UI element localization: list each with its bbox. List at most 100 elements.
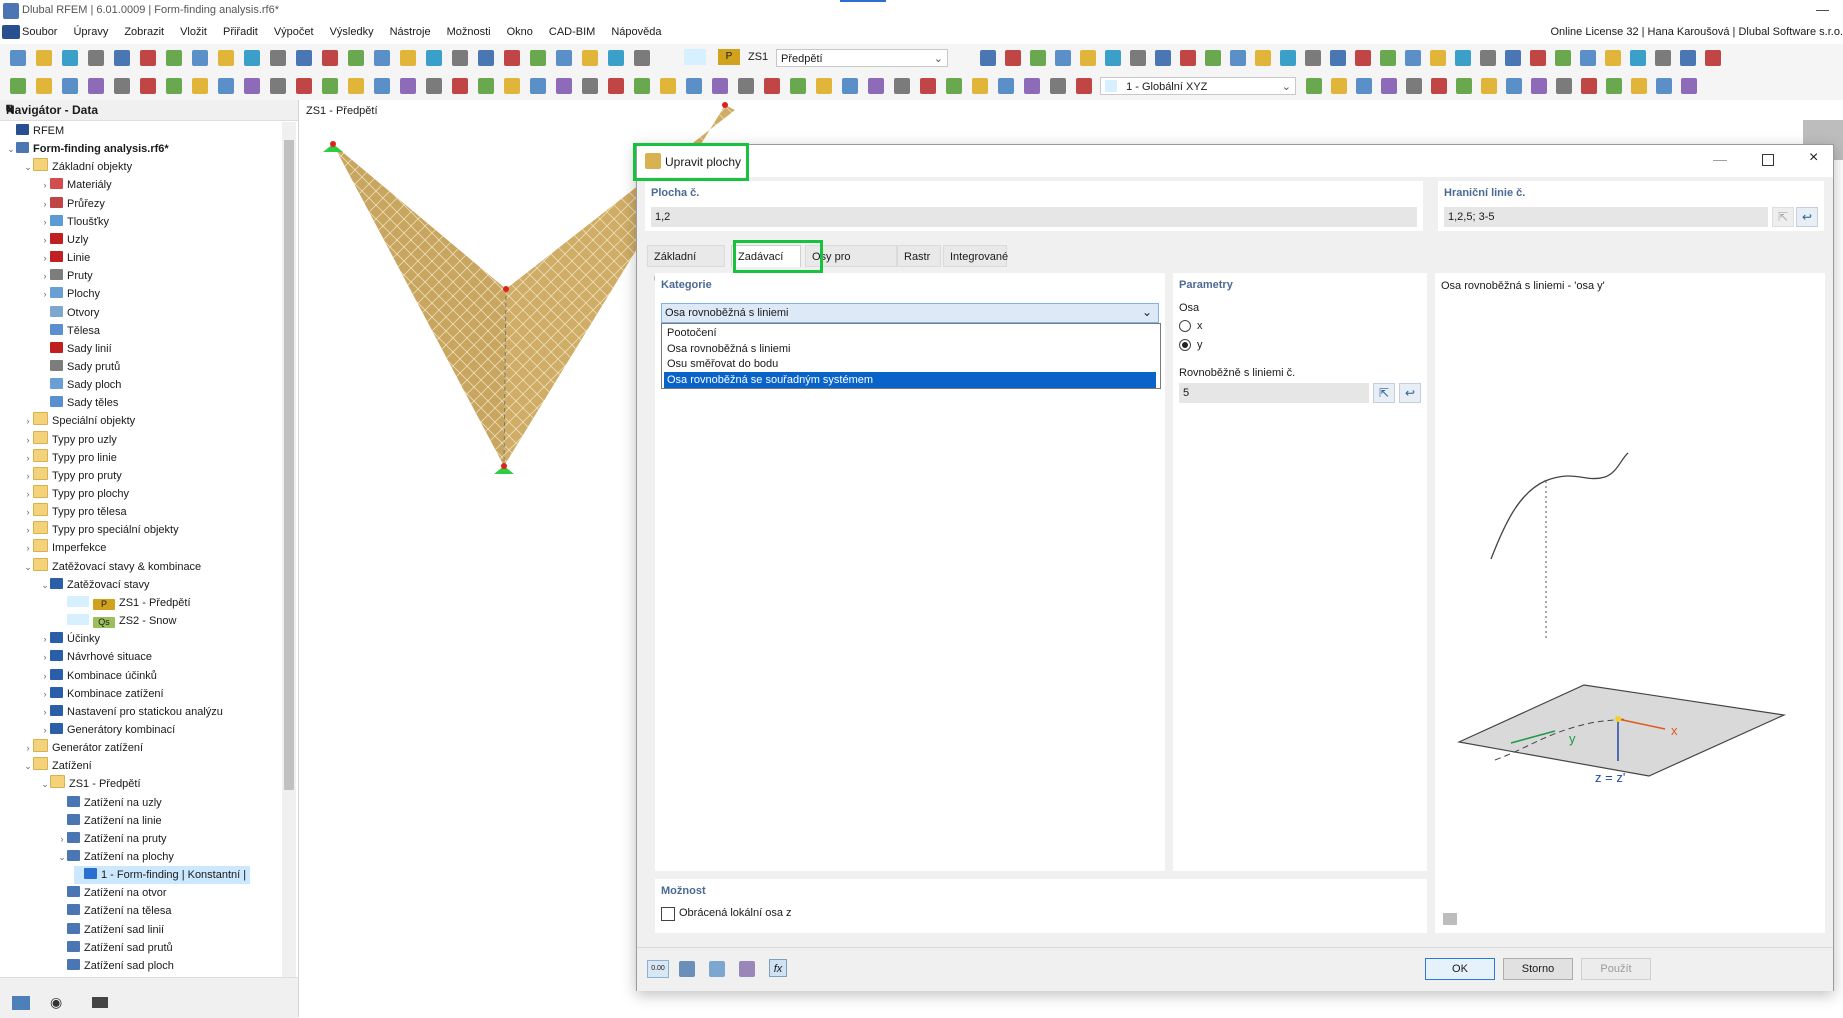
menu-item-cad-bim[interactable]: CAD-BIM (549, 26, 595, 38)
toolbar-tool-icon[interactable] (980, 50, 996, 66)
coord-system-select[interactable]: 1 - Globální XYZ ⌄ (1100, 77, 1296, 95)
toolbar-tool-icon[interactable] (452, 50, 468, 66)
data-tab-icon[interactable] (12, 996, 30, 1010)
toolbar-tool-icon[interactable] (1606, 78, 1622, 94)
toolbar-tool-icon[interactable] (530, 50, 546, 66)
tree-item[interactable]: ›Imperfekce (23, 539, 106, 557)
toolbar-tool-icon[interactable] (1555, 50, 1571, 66)
numbering-icon[interactable] (679, 961, 695, 977)
chevron-down-icon[interactable]: ⌄ (23, 757, 33, 775)
category-select[interactable]: Osa rovnoběžná s liniemi ⌄ (661, 303, 1159, 323)
tree-item[interactable]: ›Speciální objekty (23, 412, 135, 430)
tree-item[interactable]: ⌄ZS1 - Předpětí (40, 775, 141, 793)
close-icon[interactable]: × (6, 101, 290, 117)
tree-item[interactable]: Sady ploch (40, 376, 121, 394)
category-option[interactable]: Osu směřovat do bodu (664, 356, 1156, 372)
toolbar-tool-icon[interactable] (452, 78, 468, 94)
views-tab-icon[interactable] (92, 997, 108, 1008)
toolbar-tool-icon[interactable] (608, 50, 624, 66)
toolbar-tool-icon[interactable] (374, 78, 390, 94)
menu-item-zobrazit[interactable]: Zobrazit (124, 26, 164, 38)
toolbar-tool-icon[interactable] (1055, 50, 1071, 66)
select-line-button[interactable]: ↩ (1399, 383, 1421, 403)
toolbar-tool-icon[interactable] (1405, 50, 1421, 66)
chevron-right-icon[interactable]: › (23, 539, 33, 557)
toolbar-tool-icon[interactable] (244, 78, 260, 94)
toolbar-tool-icon[interactable] (36, 50, 52, 66)
menu-item-v-po-et[interactable]: Výpočet (274, 26, 314, 38)
category-option[interactable]: Osa rovnoběžná se souřadným systémem (664, 372, 1156, 388)
toolbar-tool-icon[interactable] (894, 78, 910, 94)
toolbar-tool-icon[interactable] (842, 78, 858, 94)
toolbar-tool-icon[interactable] (1581, 78, 1597, 94)
toolbar-tool-icon[interactable] (868, 78, 884, 94)
toolbar-tool-icon[interactable] (1455, 50, 1471, 66)
toolbar-tool-icon[interactable] (192, 50, 208, 66)
tree-item[interactable]: ›Nastavení pro statickou analýzu (40, 703, 223, 721)
tree-item[interactable]: ›Typy pro tělesa (23, 503, 127, 521)
toolbar-tool-icon[interactable] (1255, 50, 1271, 66)
tree-item[interactable]: ›Materiály (40, 176, 112, 194)
tree-item[interactable]: ›Typy pro pruty (23, 467, 122, 485)
toolbar-tool-icon[interactable] (530, 78, 546, 94)
toolbar-tool-icon[interactable] (712, 78, 728, 94)
toolbar-tool-icon[interactable] (1631, 78, 1647, 94)
tab-z-kladn-daje[interactable]: Základní údaje (647, 245, 725, 267)
toolbar-tool-icon[interactable] (1331, 78, 1347, 94)
tree-item[interactable]: Zatížení na uzly (57, 794, 162, 812)
toolbar-tool-icon[interactable] (10, 78, 26, 94)
tree-item[interactable]: QsZS2 - Snow (57, 612, 176, 630)
menu-item-n-stroje[interactable]: Nástroje (390, 26, 431, 38)
menu-item-okno[interactable]: Okno (507, 26, 533, 38)
toolbar-tool-icon[interactable] (1306, 78, 1322, 94)
toolbar-tool-icon[interactable] (114, 50, 130, 66)
toolbar-tool-icon[interactable] (608, 78, 624, 94)
display-tab-icon[interactable]: ◉ (50, 994, 62, 1011)
toolbar-tool-icon[interactable] (738, 78, 754, 94)
toolbar-tool-icon[interactable] (1430, 50, 1446, 66)
pick-line-button[interactable]: ⇱ (1373, 383, 1395, 403)
tree-item[interactable]: RFEM (6, 122, 64, 140)
toolbar-tool-icon[interactable] (1630, 50, 1646, 66)
toolbar-tool-icon[interactable] (426, 78, 442, 94)
toolbar-tool-icon[interactable] (244, 50, 260, 66)
toolbar-tool-icon[interactable] (1580, 50, 1596, 66)
tree-item[interactable]: Sady těles (40, 394, 118, 412)
navigator-scroll-thumb[interactable] (284, 140, 294, 790)
toolbar-tool-icon[interactable] (634, 50, 650, 66)
toolbar-tool-icon[interactable] (1050, 78, 1066, 94)
chevron-down-icon[interactable]: ⌄ (40, 775, 50, 793)
tree-item[interactable]: ›Typy pro speciální objekty (23, 521, 179, 539)
toolbar-tool-icon[interactable] (660, 78, 676, 94)
toolbar-tool-icon[interactable] (1506, 78, 1522, 94)
toolbar-tool-icon[interactable] (1505, 50, 1521, 66)
toolbar-tool-icon[interactable] (1030, 50, 1046, 66)
boundary-lines-field[interactable]: 1,2,5; 3-5 (1444, 207, 1768, 227)
toolbar-tool-icon[interactable] (582, 78, 598, 94)
toolbar-tool-icon[interactable] (1080, 50, 1096, 66)
tree-item[interactable]: ⌄Zatěžovací stavy & kombinace (23, 558, 201, 576)
menu-item-soubor[interactable]: Soubor (22, 26, 57, 38)
toolbar-tool-icon[interactable] (1406, 78, 1422, 94)
tree-item[interactable]: ›Generátor zatížení (23, 739, 143, 757)
close-icon[interactable]: × (1809, 149, 1818, 167)
document-icon[interactable] (2, 25, 20, 39)
axis-x-radio[interactable] (1179, 320, 1191, 332)
tree-item[interactable]: ›Tloušťky (40, 213, 109, 231)
chevron-down-icon[interactable]: ⌄ (40, 576, 50, 594)
parallel-lines-field[interactable]: 5 (1179, 383, 1369, 403)
toolbar-tool-icon[interactable] (1531, 78, 1547, 94)
tree-item[interactable]: 1 - Form-finding | Konstantní | (74, 866, 250, 884)
chevron-right-icon[interactable]: › (57, 830, 67, 848)
menu-item-vlo-it[interactable]: Vložit (180, 26, 207, 38)
chevron-right-icon[interactable]: › (23, 467, 33, 485)
chevron-down-icon[interactable]: ⌄ (57, 848, 67, 866)
toolbar-tool-icon[interactable] (400, 78, 416, 94)
surface-number-field[interactable]: 1,2 (651, 207, 1417, 227)
chevron-right-icon[interactable]: › (40, 176, 50, 194)
toolbar-tool-icon[interactable] (1024, 78, 1040, 94)
node-4[interactable] (722, 102, 728, 108)
reverse-z-checkbox[interactable] (661, 907, 675, 921)
chevron-down-icon[interactable]: ⌄ (23, 158, 33, 176)
tree-item[interactable]: ⌄Zatěžovací stavy (40, 576, 150, 594)
